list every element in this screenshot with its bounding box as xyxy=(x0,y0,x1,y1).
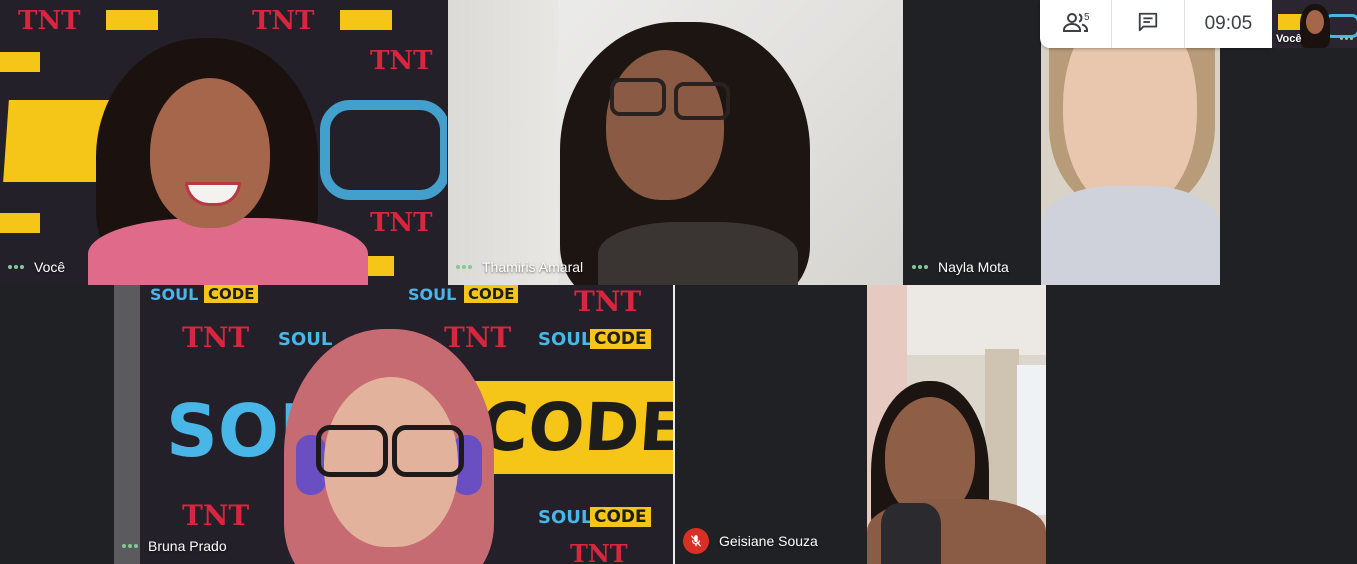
tnt-logo: TNT xyxy=(570,539,628,564)
participant-name: Geisiane Souza xyxy=(719,533,818,549)
chat-button[interactable] xyxy=(1111,0,1183,48)
ceiling xyxy=(907,285,1046,355)
mic-off-icon xyxy=(683,528,709,554)
self-view-thumbnail[interactable]: Você xyxy=(1272,0,1357,48)
meeting-toolbar: 5 09:05 xyxy=(1040,0,1272,48)
participant-video: TNT TNT TNT TNT xyxy=(0,0,447,285)
more-options-icon[interactable] xyxy=(912,265,928,269)
more-options-icon[interactable] xyxy=(1340,37,1353,40)
wall xyxy=(448,0,558,285)
code-tag xyxy=(0,52,40,72)
brand-soul: SOUL xyxy=(408,285,457,304)
wall-edge xyxy=(114,285,140,564)
participant-label: Bruna Prado xyxy=(122,538,227,554)
participant-top xyxy=(881,503,941,564)
participant-label: Geisiane Souza xyxy=(683,528,818,554)
more-options-icon[interactable] xyxy=(122,544,138,548)
participant-video xyxy=(448,0,903,285)
window xyxy=(1017,365,1046,515)
glasses-right xyxy=(674,82,730,120)
glasses-left xyxy=(316,425,388,477)
glasses-left xyxy=(610,78,666,116)
tnt-logo: TNT xyxy=(182,321,250,354)
brand-soul: SOUL xyxy=(538,329,593,350)
code-tag xyxy=(106,10,158,30)
participant-tile-bruna[interactable]: SOUL CODE SOUL CODE TNT TNT TNT SOUL SOU… xyxy=(114,285,673,564)
people-button[interactable]: 5 xyxy=(1040,0,1111,48)
participant-tile-thamiris[interactable]: Thamiris Amaral xyxy=(448,0,903,285)
code-tag xyxy=(0,213,40,233)
participant-body xyxy=(598,222,798,285)
participant-body xyxy=(1041,186,1220,285)
brand-soul: SOUL xyxy=(538,507,593,528)
more-options-icon[interactable] xyxy=(456,265,472,269)
participant-label: Thamiris Amaral xyxy=(456,259,583,275)
tnt-logo: TNT xyxy=(370,208,433,238)
tnt-logo: TNT xyxy=(182,499,250,532)
participant-name: Nayla Mota xyxy=(938,259,1009,275)
more-options-icon[interactable] xyxy=(8,265,24,269)
tnt-logo: TNT xyxy=(444,321,512,354)
participant-tile-geisiane[interactable]: Geisiane Souza xyxy=(675,285,1237,564)
brand-soul: SOUL xyxy=(150,285,199,304)
brand-soul: SOUL xyxy=(278,329,333,350)
meeting-clock: 09:05 xyxy=(1183,0,1272,48)
participant-name: Bruna Prado xyxy=(148,538,227,554)
participant-label: Você xyxy=(8,259,65,275)
participant-name: Thamiris Amaral xyxy=(482,259,584,275)
participant-video xyxy=(867,285,1046,564)
meeting-stage: TNT TNT TNT TNT Você Thamiris Amaral Nay… xyxy=(0,0,1357,564)
tnt-logo: TNT xyxy=(18,6,81,36)
participant-name: Você xyxy=(34,259,66,275)
chat-icon xyxy=(1137,11,1159,38)
participant-count: 5 xyxy=(1084,12,1090,23)
participant-video: SOUL CODE SOUL CODE TNT TNT TNT SOUL SOU… xyxy=(114,285,673,564)
participant-face xyxy=(606,50,724,200)
self-view-label: Você xyxy=(1276,33,1302,45)
participant-face xyxy=(1306,10,1324,34)
glasses-right xyxy=(392,425,464,477)
participant-label: Nayla Mota xyxy=(912,259,1009,275)
brand-code: CODE xyxy=(464,285,519,303)
tnt-logo: TNT xyxy=(370,46,433,76)
code-tag xyxy=(340,10,392,30)
tnt-logo: TNT xyxy=(252,6,315,36)
brand-code: CODE xyxy=(590,507,651,527)
brand-code: CODE xyxy=(590,329,651,349)
participant-body xyxy=(88,218,368,285)
participant-tile-voce[interactable]: TNT TNT TNT TNT Você xyxy=(0,0,447,285)
soul-logo-shape xyxy=(320,100,447,200)
brand-code: CODE xyxy=(204,285,259,303)
tnt-logo: TNT xyxy=(574,285,642,318)
